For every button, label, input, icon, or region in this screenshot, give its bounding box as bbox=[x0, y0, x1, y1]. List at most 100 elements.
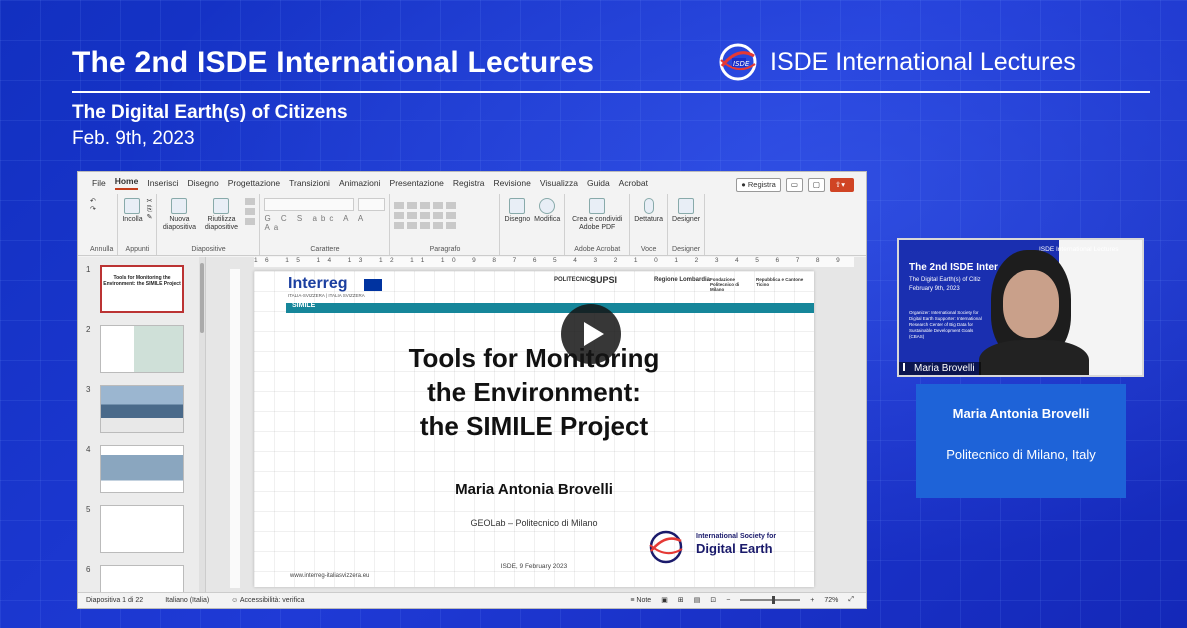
undo-button[interactable]: ↶ ↷ bbox=[90, 198, 96, 214]
zoom-in-icon[interactable]: + bbox=[810, 597, 814, 604]
thumbnail-3[interactable]: 3 bbox=[86, 385, 184, 433]
group-label-carattere: Carattere bbox=[310, 246, 340, 253]
partner-logo: Fondazione Politecnico di Milano bbox=[710, 277, 740, 292]
shapes-icon bbox=[509, 198, 526, 214]
thumbnail-image[interactable] bbox=[100, 505, 184, 553]
zoom-out-icon[interactable]: − bbox=[726, 597, 730, 604]
tab-visualizza[interactable]: Visualizza bbox=[540, 178, 578, 188]
tab-guida[interactable]: Guida bbox=[587, 178, 610, 188]
eu-flag-icon bbox=[364, 279, 382, 291]
drawing-button[interactable]: Disegno bbox=[504, 198, 530, 224]
thumbnail-image[interactable] bbox=[100, 325, 184, 373]
webcam-brand: ISDE International Lectures bbox=[1039, 246, 1119, 253]
group-designer: Designer Designer bbox=[668, 194, 706, 255]
reuse-slides-label: Riutilizza diapositive bbox=[204, 216, 238, 231]
normal-view-icon[interactable]: ▣ bbox=[661, 596, 668, 604]
tab-progettazione[interactable]: Progettazione bbox=[228, 178, 280, 188]
reading-view-icon[interactable]: ▤ bbox=[694, 596, 701, 604]
partner-logo: Repubblica e Cantone Ticino bbox=[756, 277, 804, 287]
microphone-icon bbox=[643, 198, 654, 214]
thumbnail-5[interactable]: 5 bbox=[86, 505, 184, 553]
comments-icon[interactable]: ▢ bbox=[807, 178, 825, 192]
sorter-view-icon[interactable]: ⊞ bbox=[678, 596, 684, 604]
slide-url: www.interreg-italiasvizzera.eu bbox=[290, 573, 370, 579]
edit-button[interactable]: Modifica bbox=[534, 198, 560, 224]
name-tag-text: Maria Brovelli bbox=[914, 363, 975, 374]
zoom-slider[interactable] bbox=[740, 596, 801, 604]
thumbnail-4[interactable]: 4 bbox=[86, 445, 184, 493]
font-name-dropdown[interactable] bbox=[264, 198, 354, 211]
fit-slide-icon[interactable]: ⤢ bbox=[848, 596, 854, 604]
new-slide-button[interactable]: Nuova diapositiva bbox=[161, 198, 197, 232]
edit-label: Modifica bbox=[534, 216, 561, 223]
notes-label: Note bbox=[636, 596, 652, 604]
tab-revisione[interactable]: Revisione bbox=[494, 178, 531, 188]
undo-icon: ↶ bbox=[90, 198, 96, 205]
webcam-organizer: Organizer: International Society for Dig… bbox=[909, 310, 982, 339]
isde-slide-text: International Society for Digital Earth bbox=[696, 533, 776, 556]
group-carattere: G C S abc A A Aa Carattere bbox=[260, 194, 391, 255]
group-label-voce: Voce bbox=[640, 246, 657, 253]
present-icon[interactable]: ▭ bbox=[785, 178, 803, 192]
tab-registra[interactable]: Registra bbox=[453, 178, 485, 188]
designer-label: Designer bbox=[672, 216, 701, 223]
thumbnail-2[interactable]: 2 bbox=[86, 325, 184, 373]
reuse-slides-button[interactable]: Riutilizza diapositive bbox=[201, 198, 241, 232]
designer-button[interactable]: Designer bbox=[672, 198, 700, 224]
group-label-diapositive: Diapositive bbox=[191, 246, 226, 253]
tab-transizioni[interactable]: Transizioni bbox=[289, 178, 330, 188]
zoom-level[interactable]: 72% bbox=[824, 597, 838, 604]
cut-icon[interactable]: ✂ bbox=[147, 198, 153, 205]
isde-logo-icon: ISDE bbox=[719, 43, 757, 81]
group-label-designer: Designer bbox=[672, 246, 701, 253]
registra-button[interactable]: ● Registra bbox=[736, 178, 781, 192]
tab-home[interactable]: Home bbox=[114, 176, 139, 190]
cut-copy-buttons[interactable]: ✂ ⎘ ✎ bbox=[147, 198, 153, 222]
paragraph-icons[interactable] bbox=[394, 202, 495, 229]
ribbon: ↶ ↷ Annulla Incolla ✂ ⎘ ✎ Appunti Nuova dia… bbox=[78, 194, 866, 256]
webcam-name-tag: Maria Brovelli bbox=[899, 362, 981, 375]
format-painter-icon[interactable]: ✎ bbox=[147, 214, 153, 221]
tab-acrobat[interactable]: Acrobat bbox=[619, 178, 648, 188]
font-format-icons[interactable]: G C S abc A A Aa bbox=[264, 214, 385, 232]
new-slide-icon bbox=[171, 198, 188, 214]
thumbnail-1[interactable]: 1 Tools for Monitoring the Environment: … bbox=[86, 265, 184, 313]
thumbnail-image[interactable] bbox=[100, 565, 184, 595]
redo-icon[interactable]: ↷ bbox=[90, 206, 96, 213]
search-icon bbox=[539, 198, 556, 214]
language[interactable]: Italiano (Italia) bbox=[165, 597, 209, 604]
slide-canvas[interactable]: Interreg ITALIA-SVIZZERA | ITALIA SVIZZE… bbox=[254, 271, 814, 587]
create-pdf-button[interactable]: Crea e condividi Adobe PDF bbox=[569, 198, 625, 232]
dictate-button[interactable]: Dettatura bbox=[634, 198, 663, 224]
thumbnail-image[interactable]: Tools for Monitoring the Environment: th… bbox=[100, 265, 184, 313]
drawing-label: Disegno bbox=[504, 216, 531, 223]
paste-button[interactable]: Incolla bbox=[122, 198, 143, 224]
tab-animazioni[interactable]: Animazioni bbox=[339, 178, 381, 188]
thumbnail-title: Tools for Monitoring the Environment: th… bbox=[103, 275, 181, 287]
share-button[interactable]: ⇧▾ bbox=[830, 178, 854, 192]
font-size-dropdown[interactable] bbox=[357, 198, 386, 211]
tab-inserisci[interactable]: Inserisci bbox=[147, 178, 178, 188]
accessibility[interactable]: ☺ Accessibilità: verifica bbox=[231, 597, 304, 604]
isde-line1: International Society for bbox=[696, 533, 777, 540]
paste-label: Incolla bbox=[122, 216, 143, 223]
slideshow-icon[interactable]: ⊡ bbox=[710, 596, 716, 604]
tab-presentazione[interactable]: Presentazione bbox=[390, 178, 444, 188]
thumbnail-6[interactable]: 6 bbox=[86, 565, 184, 595]
interreg-subtitle: ITALIA-SVIZZERA | ITALIA SVIZZERA bbox=[288, 293, 365, 298]
play-button[interactable] bbox=[561, 304, 621, 364]
thumbnail-scrollbar[interactable] bbox=[199, 257, 205, 592]
notes-button[interactable]: ≡ Note bbox=[630, 597, 651, 604]
webcam-date: February 9th, 2023 bbox=[909, 286, 960, 292]
brand-text: ISDE International Lectures bbox=[770, 47, 1076, 76]
copy-icon[interactable]: ⎘ bbox=[147, 206, 153, 213]
slide-layout-icons[interactable] bbox=[245, 198, 256, 225]
interreg-logo: Interreg bbox=[288, 275, 348, 292]
tab-disegno[interactable]: Disegno bbox=[188, 178, 219, 188]
partner-logo: SUPSI bbox=[590, 275, 618, 285]
thumbnail-image[interactable] bbox=[100, 445, 184, 493]
thumbnail-number: 6 bbox=[86, 565, 91, 574]
thumbnail-image[interactable] bbox=[100, 385, 184, 433]
create-pdf-label: Crea e condividi Adobe PDF bbox=[572, 216, 623, 231]
tab-file[interactable]: File bbox=[92, 178, 106, 188]
